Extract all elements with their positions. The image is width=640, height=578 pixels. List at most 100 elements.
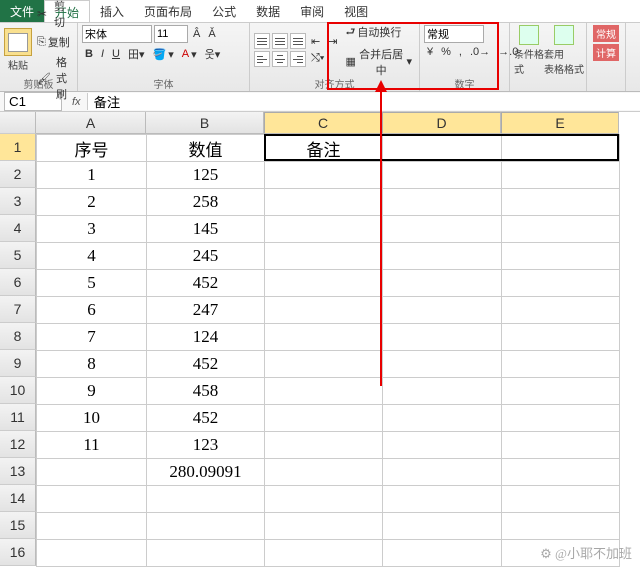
font-color-button[interactable]: A▾ xyxy=(179,45,200,63)
cell-C16[interactable] xyxy=(265,540,383,567)
cell-D14[interactable] xyxy=(383,486,502,513)
cell-C12[interactable] xyxy=(265,432,383,459)
cell-A7[interactable]: 6 xyxy=(37,297,147,324)
cell-B15[interactable] xyxy=(147,513,265,540)
cell-A2[interactable]: 1 xyxy=(37,162,147,189)
increase-font-button[interactable]: Â xyxy=(190,27,203,41)
row-header-12[interactable]: 12 xyxy=(0,431,36,458)
cell-D4[interactable] xyxy=(383,216,502,243)
row-header-15[interactable]: 15 xyxy=(0,512,36,539)
cell-D12[interactable] xyxy=(383,432,502,459)
cell-E12[interactable] xyxy=(502,432,620,459)
row-header-4[interactable]: 4 xyxy=(0,215,36,242)
style-calc[interactable]: 计算 xyxy=(593,44,619,61)
tab-5[interactable]: 审阅 xyxy=(290,0,334,22)
cell-A9[interactable]: 8 xyxy=(37,351,147,378)
number-format-select[interactable] xyxy=(424,25,484,43)
cell-E10[interactable] xyxy=(502,378,620,405)
col-header-A[interactable]: A xyxy=(36,112,146,134)
cell-E1[interactable] xyxy=(502,135,620,162)
cell-A6[interactable]: 5 xyxy=(37,270,147,297)
currency-button[interactable]: ¥ xyxy=(424,45,436,59)
cell-B5[interactable]: 245 xyxy=(147,243,265,270)
cell-A5[interactable]: 4 xyxy=(37,243,147,270)
cell-B12[interactable]: 123 xyxy=(147,432,265,459)
cell-B3[interactable]: 258 xyxy=(147,189,265,216)
cell-D5[interactable] xyxy=(383,243,502,270)
cell-A3[interactable]: 2 xyxy=(37,189,147,216)
cell-B1[interactable]: 数值 xyxy=(147,135,265,162)
align-top-button[interactable] xyxy=(254,33,270,49)
decrease-font-button[interactable]: Ǎ xyxy=(205,27,218,41)
cell-C4[interactable] xyxy=(265,216,383,243)
cell-C14[interactable] xyxy=(265,486,383,513)
tab-6[interactable]: 视图 xyxy=(334,0,378,22)
cell-D2[interactable] xyxy=(383,162,502,189)
cell-E3[interactable] xyxy=(502,189,620,216)
cell-A15[interactable] xyxy=(37,513,147,540)
cell-C13[interactable] xyxy=(265,459,383,486)
cells[interactable]: 序号数值备注1125225831454245545262477124845294… xyxy=(36,134,620,567)
cell-A10[interactable]: 9 xyxy=(37,378,147,405)
cell-D11[interactable] xyxy=(383,405,502,432)
row-header-16[interactable]: 16 xyxy=(0,539,36,566)
cell-D9[interactable] xyxy=(383,351,502,378)
cell-B4[interactable]: 145 xyxy=(147,216,265,243)
cell-C3[interactable] xyxy=(265,189,383,216)
copy-button[interactable]: ⎘复制 xyxy=(34,33,73,51)
cell-D10[interactable] xyxy=(383,378,502,405)
cell-E7[interactable] xyxy=(502,297,620,324)
row-header-14[interactable]: 14 xyxy=(0,485,36,512)
decrease-indent-button[interactable]: ⇤ xyxy=(308,34,323,49)
cell-B11[interactable]: 452 xyxy=(147,405,265,432)
cell-D7[interactable] xyxy=(383,297,502,324)
col-header-B[interactable]: B xyxy=(146,112,264,134)
cell-C6[interactable] xyxy=(265,270,383,297)
cell-C10[interactable] xyxy=(265,378,383,405)
phonetic-button[interactable]: 웃▾ xyxy=(202,45,224,63)
bold-button[interactable]: B xyxy=(82,45,96,63)
row-header-11[interactable]: 11 xyxy=(0,404,36,431)
row-header-13[interactable]: 13 xyxy=(0,458,36,485)
cell-A4[interactable]: 3 xyxy=(37,216,147,243)
row-header-3[interactable]: 3 xyxy=(0,188,36,215)
cell-D15[interactable] xyxy=(383,513,502,540)
row-header-1[interactable]: 1 xyxy=(0,134,36,161)
conditional-format-button[interactable]: 条件格式 xyxy=(514,25,544,76)
align-middle-button[interactable] xyxy=(272,33,288,49)
cell-A14[interactable] xyxy=(37,486,147,513)
cell-B6[interactable]: 452 xyxy=(147,270,265,297)
row-header-10[interactable]: 10 xyxy=(0,377,36,404)
row-header-9[interactable]: 9 xyxy=(0,350,36,377)
cell-E5[interactable] xyxy=(502,243,620,270)
row-header-8[interactable]: 8 xyxy=(0,323,36,350)
cell-D3[interactable] xyxy=(383,189,502,216)
cell-C1[interactable]: 备注 xyxy=(265,135,383,162)
orientation-button[interactable]: ⤭▾ xyxy=(308,51,327,66)
align-right-button[interactable] xyxy=(290,51,306,67)
cell-E13[interactable] xyxy=(502,459,620,486)
cell-E6[interactable] xyxy=(502,270,620,297)
cell-C15[interactable] xyxy=(265,513,383,540)
cell-C7[interactable] xyxy=(265,297,383,324)
select-all-corner[interactable] xyxy=(0,112,36,134)
cell-D13[interactable] xyxy=(383,459,502,486)
paste-button[interactable]: 粘贴 xyxy=(4,28,32,72)
tab-3[interactable]: 公式 xyxy=(202,0,246,22)
comma-button[interactable]: , xyxy=(456,45,465,59)
row-header-6[interactable]: 6 xyxy=(0,269,36,296)
col-header-E[interactable]: E xyxy=(501,112,619,134)
cell-E2[interactable] xyxy=(502,162,620,189)
cell-A16[interactable] xyxy=(37,540,147,567)
cell-D16[interactable] xyxy=(383,540,502,567)
border-button[interactable]: 田▾ xyxy=(125,45,148,63)
cell-C2[interactable] xyxy=(265,162,383,189)
format-as-table-button[interactable]: 套用 表格格式 xyxy=(546,25,582,76)
percent-button[interactable]: % xyxy=(438,45,454,59)
cell-B10[interactable]: 458 xyxy=(147,378,265,405)
cell-E15[interactable] xyxy=(502,513,620,540)
tab-4[interactable]: 数据 xyxy=(246,0,290,22)
cell-E9[interactable] xyxy=(502,351,620,378)
tab-2[interactable]: 页面布局 xyxy=(134,0,202,22)
align-center-button[interactable] xyxy=(272,51,288,67)
